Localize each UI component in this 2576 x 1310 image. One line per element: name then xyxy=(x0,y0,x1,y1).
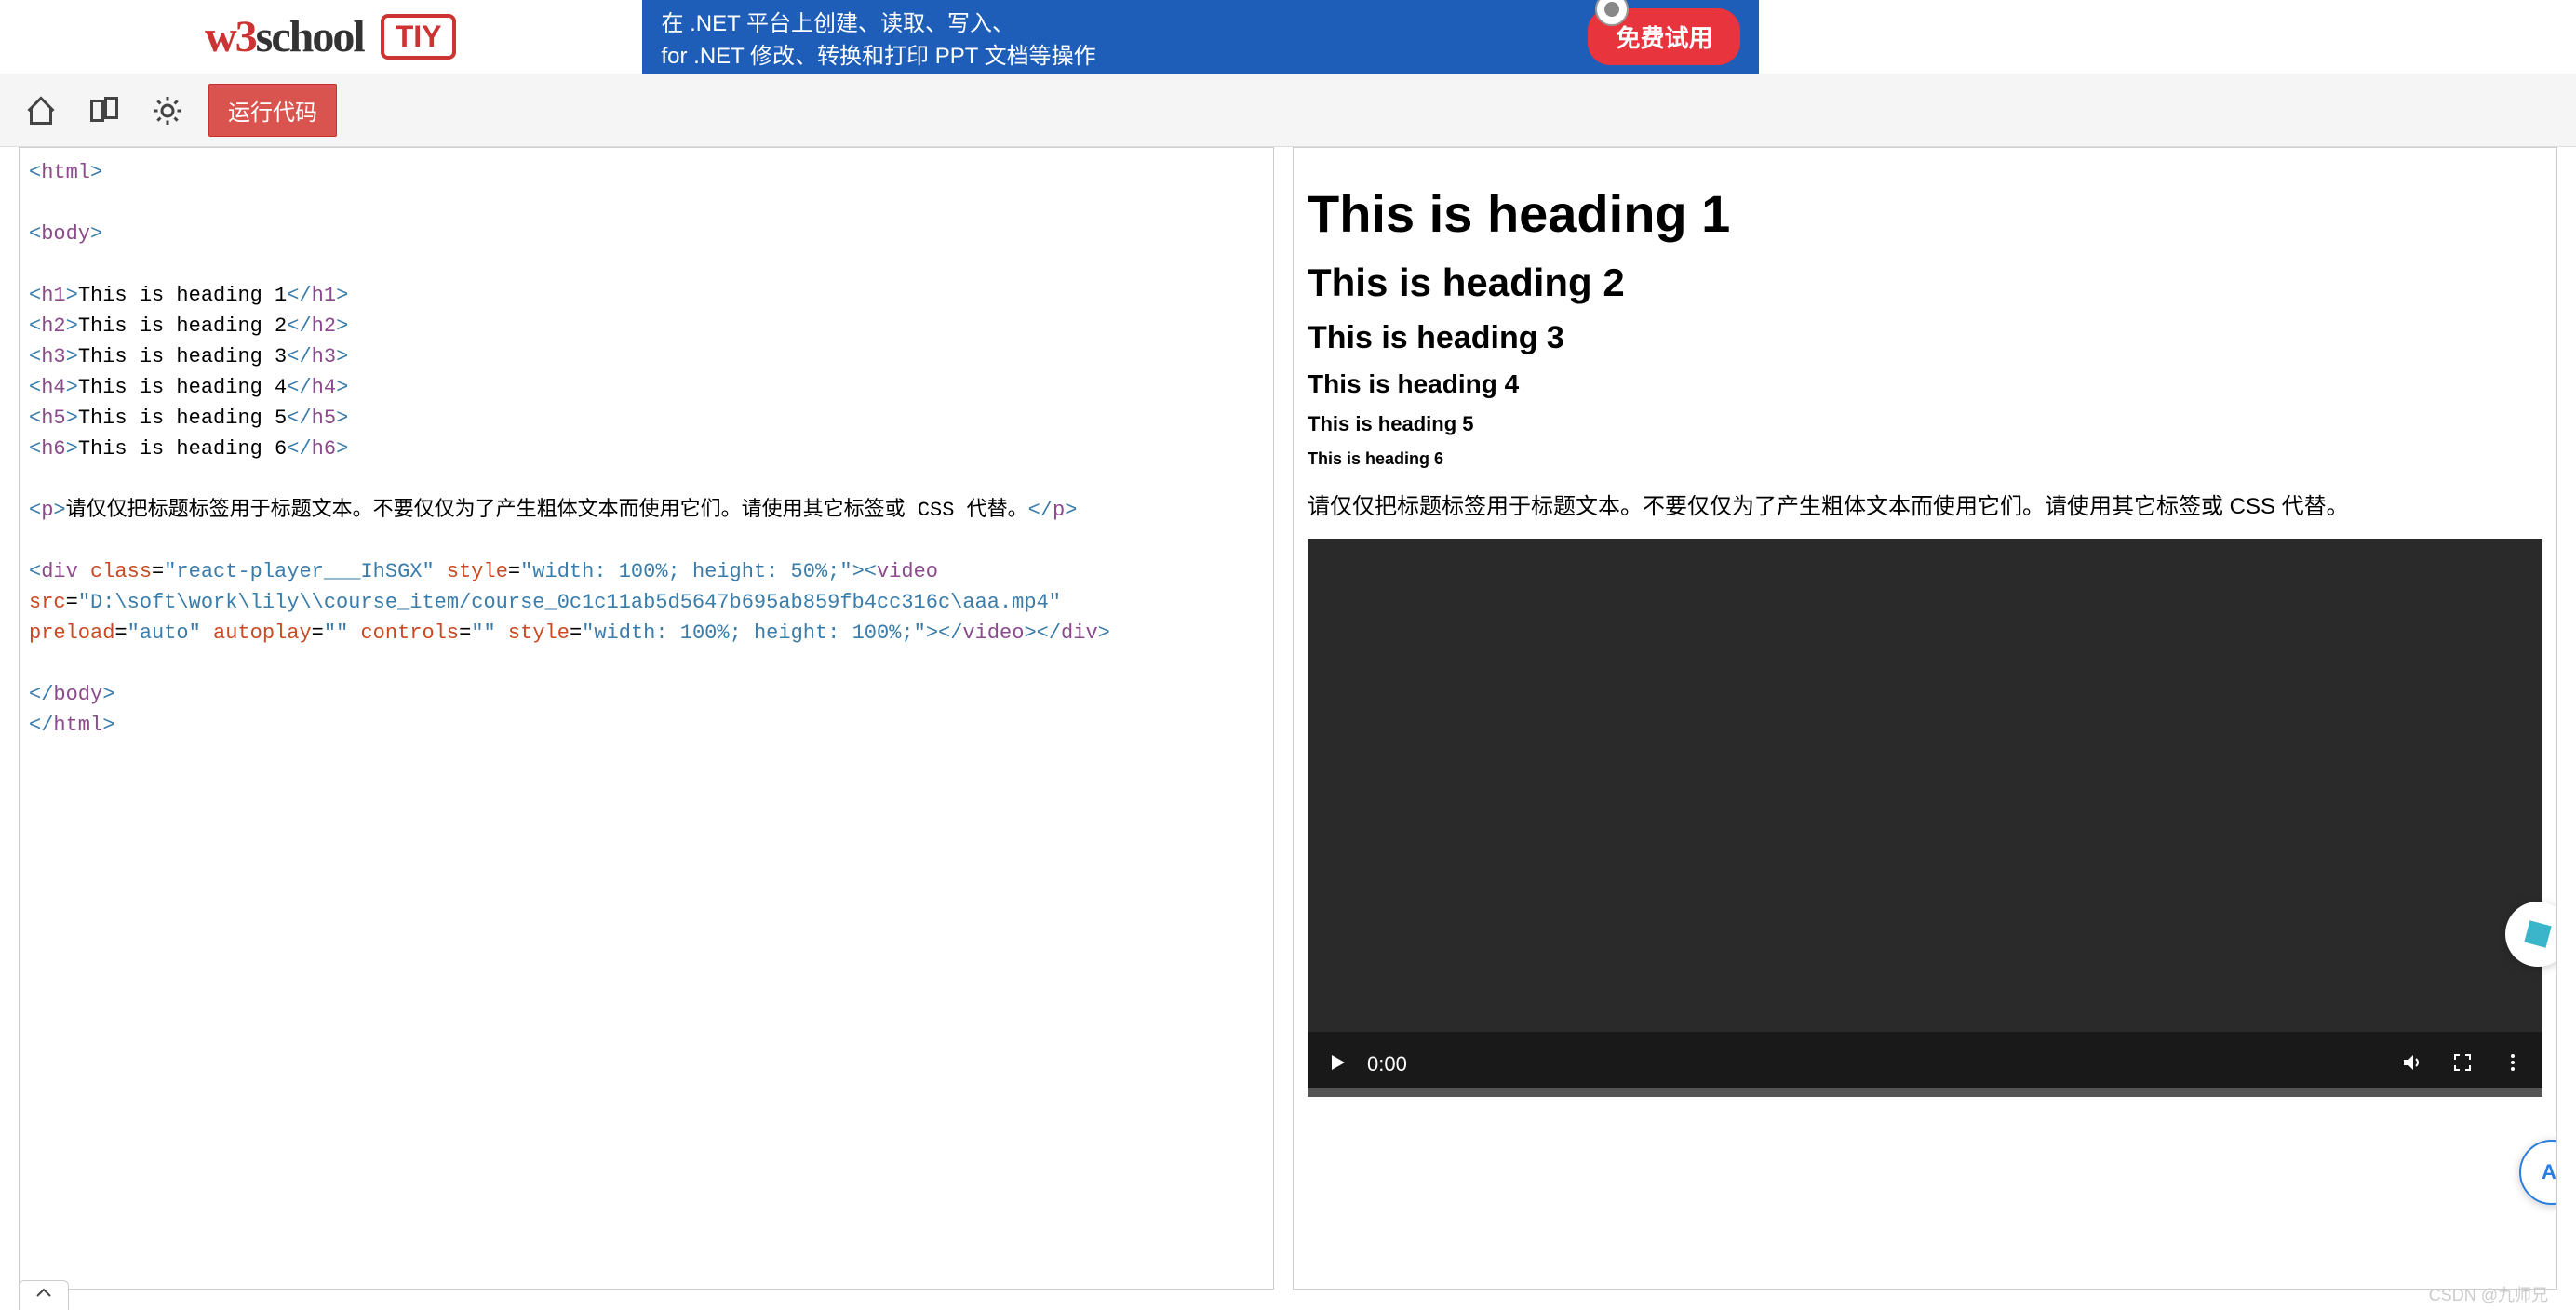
logo-prefix: w3 xyxy=(205,12,256,61)
fullscreen-icon[interactable] xyxy=(2451,1051,2474,1078)
run-code-button[interactable]: 运行代码 xyxy=(208,84,337,137)
video-progress-bar[interactable] xyxy=(1308,1088,2542,1097)
preview-h3: This is heading 3 xyxy=(1308,320,2542,356)
ad-line2: for .NET 修改、转换和打印 PPT 文档等操作 xyxy=(661,37,1588,70)
chevron-up-icon xyxy=(34,1287,53,1300)
home-icon[interactable] xyxy=(19,88,63,133)
more-icon[interactable] xyxy=(2502,1051,2524,1078)
ad-banner[interactable]: 在 .NET 平台上创建、读取、写入、 for .NET 修改、转换和打印 PP… xyxy=(642,0,1759,74)
ad-text: 在 .NET 平台上创建、读取、写入、 for .NET 修改、转换和打印 PP… xyxy=(661,5,1588,70)
video-time: 0:00 xyxy=(1367,1052,2382,1076)
code-editor[interactable]: <html> <body> <h1>This is heading 1</h1>… xyxy=(19,147,1274,1290)
toolbar: 运行代码 xyxy=(0,74,2576,147)
ai-badge[interactable]: Ai xyxy=(2519,1140,2557,1205)
preview-h4: This is heading 4 xyxy=(1308,369,2542,399)
assist-badge-icon[interactable] xyxy=(2505,902,2557,967)
preview-pane: This is heading 1 This is heading 2 This… xyxy=(1293,147,2557,1290)
tiy-badge: TIY xyxy=(381,14,457,60)
watermark: CSDN @九师兄 xyxy=(2429,1282,2548,1306)
preview-h5: This is heading 5 xyxy=(1308,412,2542,436)
page-header: w3school TIY 在 .NET 平台上创建、读取、写入、 for .NE… xyxy=(0,0,2576,74)
preview-h6: This is heading 6 xyxy=(1308,449,2542,469)
layout-icon[interactable] xyxy=(82,88,127,133)
preview-paragraph: 请仅仅把标题标签用于标题文本。不要仅仅为了产生粗体文本而使用它们。请使用其它标签… xyxy=(1308,488,2542,520)
preview-h2: This is heading 2 xyxy=(1308,261,2542,305)
main-content: <html> <body> <h1>This is heading 1</h1>… xyxy=(0,147,2576,1290)
ad-line1: 在 .NET 平台上创建、读取、写入、 xyxy=(661,5,1588,37)
preview-h1: This is heading 1 xyxy=(1308,183,2542,244)
volume-icon[interactable] xyxy=(2401,1051,2423,1078)
play-icon[interactable] xyxy=(1326,1051,1348,1078)
ai-label: Ai xyxy=(2542,1160,2557,1184)
collapse-toggle[interactable] xyxy=(19,1280,69,1310)
theme-icon[interactable] xyxy=(145,88,190,133)
video-player[interactable]: 0:00 xyxy=(1308,539,2542,1097)
logo[interactable]: w3school TIY xyxy=(205,11,456,62)
logo-suffix: school xyxy=(256,12,364,61)
